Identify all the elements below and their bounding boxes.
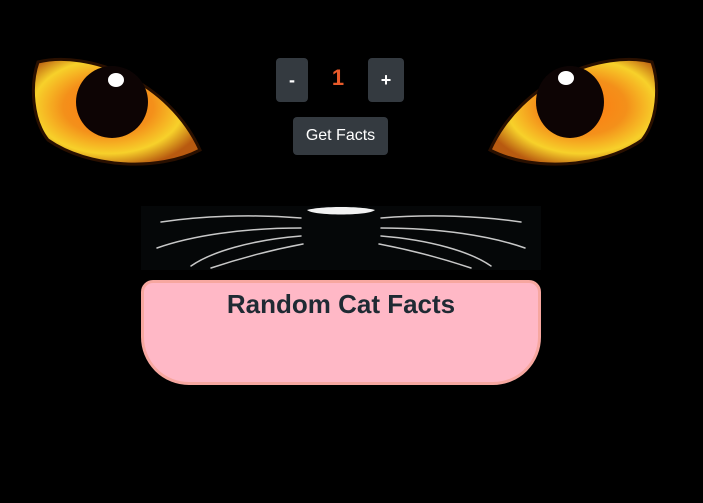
- page: - 1 + Get Facts Random Cat Facts: [0, 0, 703, 503]
- facts-title: Random Cat Facts: [226, 289, 456, 319]
- right-cat-eye-image: [488, 57, 659, 166]
- get-facts-button[interactable]: Get Facts: [293, 117, 388, 155]
- increment-button[interactable]: +: [368, 58, 404, 102]
- left-cat-eye-image: [31, 57, 202, 166]
- cat-nose-whiskers-image: [141, 206, 541, 270]
- fact-count-value: 1: [331, 65, 345, 90]
- decrement-button[interactable]: -: [276, 58, 308, 102]
- fact-count-stepper: - 1 +: [276, 58, 406, 102]
- cat-facts-panel: Random Cat Facts: [141, 280, 541, 385]
